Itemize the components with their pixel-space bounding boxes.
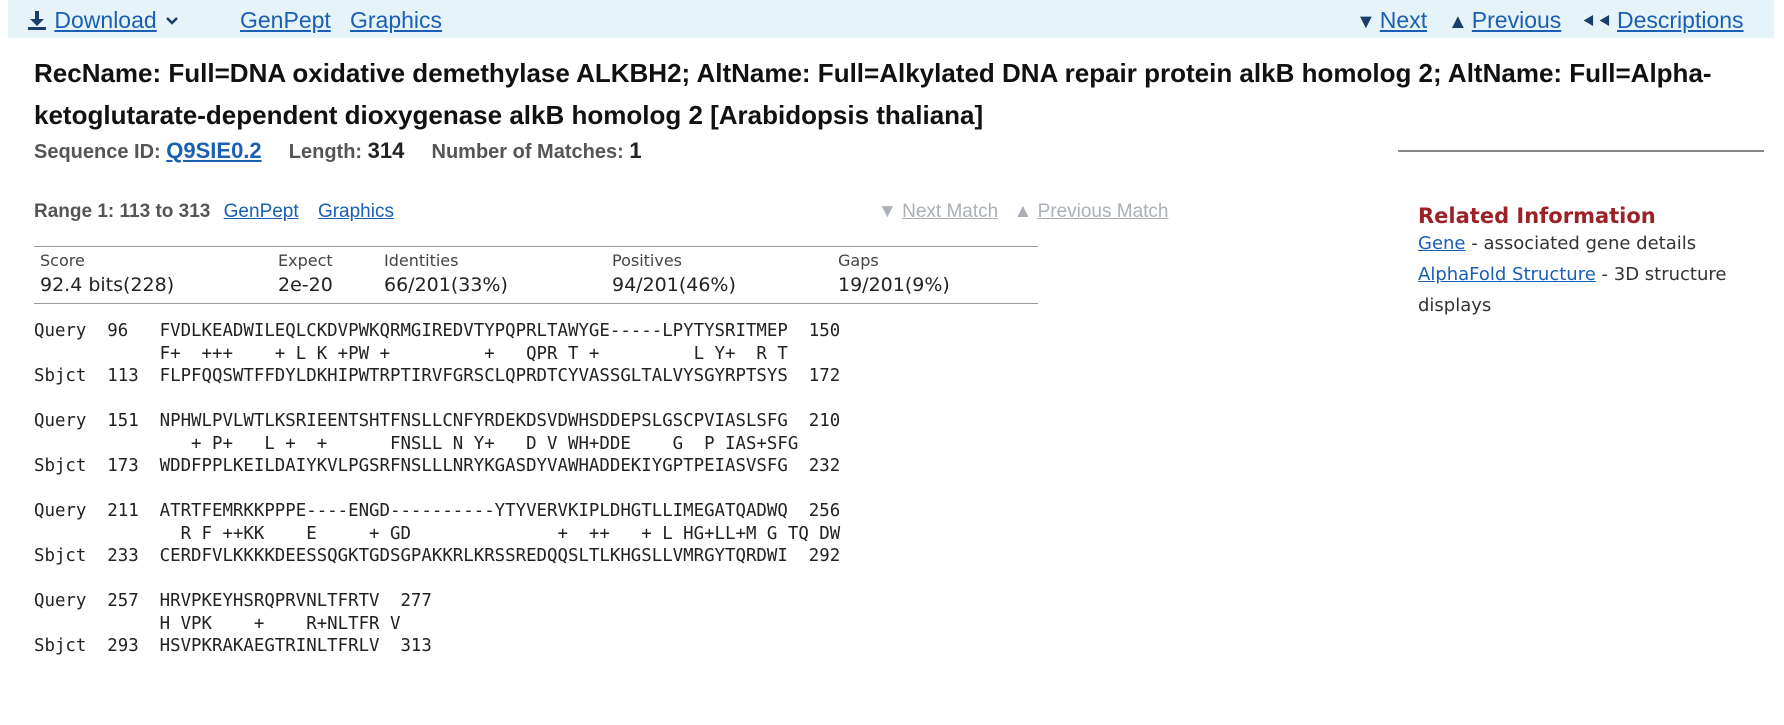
- range-header: Range 1: 113 to 313 GenPept Graphics: [34, 201, 394, 223]
- identities-label: Identities: [384, 251, 459, 270]
- positives-label: Positives: [612, 251, 683, 270]
- triangle-down-icon: ▼: [878, 201, 897, 222]
- score-label: Score: [40, 251, 85, 270]
- section-divider: [1398, 150, 1764, 152]
- double-left-arrow-icon: ⯇⯇: [1581, 11, 1613, 33]
- triangle-up-icon: ▲: [1448, 11, 1468, 33]
- alignment-sbjct-line: Sbjct 233 CERDFVLKKKKDEESSQGKTGDSGPAKKRL…: [34, 546, 841, 566]
- related-heading: Related Information: [1418, 204, 1656, 228]
- alignment-sbjct-line: Sbjct 293 HSVPKRAKAEGTRINLTFRLV 313: [34, 636, 432, 656]
- positives-value: 94/201(46%): [612, 274, 736, 296]
- alignment-query-line: Query 151 NPHWLPVLWTLKSRIEENTSHTFNSLLCNF…: [34, 411, 841, 431]
- range-title: Range 1: 113 to 313: [34, 201, 211, 222]
- alphafold-link[interactable]: AlphaFold Structure: [1418, 264, 1596, 285]
- triangle-down-icon: ▼: [1356, 11, 1376, 33]
- expect-label: Expect: [278, 251, 333, 270]
- matches-label: Number of Matches:: [431, 141, 624, 163]
- next-match-link: Next Match: [902, 201, 999, 222]
- genpept-link[interactable]: GenPept: [240, 7, 331, 33]
- alignment-query-line: Query 257 HRVPKEYHSRQPRVNLTFRTV 277: [34, 591, 432, 611]
- identities-value: 66/201(33%): [384, 274, 508, 296]
- next-link[interactable]: Next: [1380, 7, 1427, 33]
- positives-stat: Positives 94/201(46%): [612, 251, 736, 296]
- expect-stat: Expect 2e-20: [278, 251, 333, 296]
- previous-link[interactable]: Previous: [1472, 7, 1561, 33]
- gaps-stat: Gaps 19/201(9%): [838, 251, 950, 296]
- gene-description: - associated gene details: [1465, 233, 1697, 254]
- related-information: Related Information Gene - associated ge…: [1418, 204, 1748, 321]
- length-value: 314: [367, 138, 405, 163]
- previous-nav[interactable]: ▲ Previous: [1448, 7, 1561, 35]
- sequence-id-label: Sequence ID:: [34, 141, 161, 163]
- download-menu[interactable]: Download: [26, 7, 179, 33]
- score-value: 92.4 bits(228): [40, 274, 175, 296]
- top-toolbar: Download GenPept Graphics ▼ Next ▲ Previou…: [8, 0, 1774, 38]
- gaps-value: 19/201(9%): [838, 274, 950, 296]
- next-nav[interactable]: ▼ Next: [1356, 7, 1427, 35]
- alignment-sbjct-line: Sbjct 173 WDDFPPLKEILDAIYKVLPGSRFNSLLLNR…: [34, 456, 841, 476]
- score-stat: Score 92.4 bits(228): [40, 251, 174, 296]
- identities-stat: Identities 66/201(33%): [384, 251, 508, 296]
- alignment-sbjct-line: Sbjct 113 FLPFQQSWTFFDYLDKHIPWTRPTIRVFGR…: [34, 366, 841, 386]
- page-title: RecName: Full=DNA oxidative demethylase …: [34, 58, 1712, 130]
- length-label: Length:: [288, 141, 363, 163]
- sequence-id-link[interactable]: Q9SIE0.2: [166, 138, 261, 163]
- download-link[interactable]: Download: [54, 7, 156, 33]
- alignment-match-line: + P+ L + + FNSLL N Y+ D V WH+DDE G P IAS…: [34, 433, 841, 454]
- triangle-up-icon: ▲: [1013, 201, 1033, 222]
- match-navigation: ▼ Next Match ▲ Previous Match: [878, 201, 1169, 223]
- related-alphafold: AlphaFold Structure - 3D structure displ…: [1418, 259, 1748, 321]
- chevron-down-icon[interactable]: [165, 15, 179, 27]
- descriptions-nav[interactable]: ⯇⯇ Descriptions: [1581, 7, 1744, 35]
- range-genpept-link[interactable]: GenPept: [224, 201, 299, 222]
- gene-link[interactable]: Gene: [1418, 233, 1466, 254]
- sequence-info: Sequence ID: Q9SIE0.2 Length: 314 Number…: [34, 138, 642, 164]
- related-gene: Gene - associated gene details: [1418, 228, 1748, 259]
- alignment-match-line: R F ++KK E + GD + ++ + L HG+LL+M G TQ DW: [34, 523, 883, 544]
- sequence-alignment: Query 96 FVDLKEADWILEQLCKDVPWKQRMGIREDVT…: [34, 320, 882, 658]
- alignment-match-line: F+ +++ + L K +PW + + QPR T + L Y+ R T: [34, 343, 830, 364]
- alignment-query-line: Query 96 FVDLKEADWILEQLCKDVPWKQRMGIREDVT…: [34, 321, 841, 341]
- download-icon: [28, 11, 46, 30]
- descriptions-link[interactable]: Descriptions: [1617, 7, 1744, 33]
- matches-value: 1: [629, 138, 642, 163]
- alignment-query-line: Query 211 ATRTFEMRKKPPPE----ENGD--------…: [34, 501, 841, 521]
- graphics-link[interactable]: Graphics: [350, 7, 442, 33]
- gaps-label: Gaps: [838, 251, 879, 270]
- previous-match-link: Previous Match: [1037, 201, 1169, 222]
- alignment-stats: Score 92.4 bits(228) Expect 2e-20 Identi…: [34, 246, 1038, 304]
- range-graphics-link[interactable]: Graphics: [318, 201, 394, 222]
- alignment-match-line: H VPK + R+NLTFR V: [34, 613, 401, 634]
- expect-value: 2e-20: [278, 274, 333, 296]
